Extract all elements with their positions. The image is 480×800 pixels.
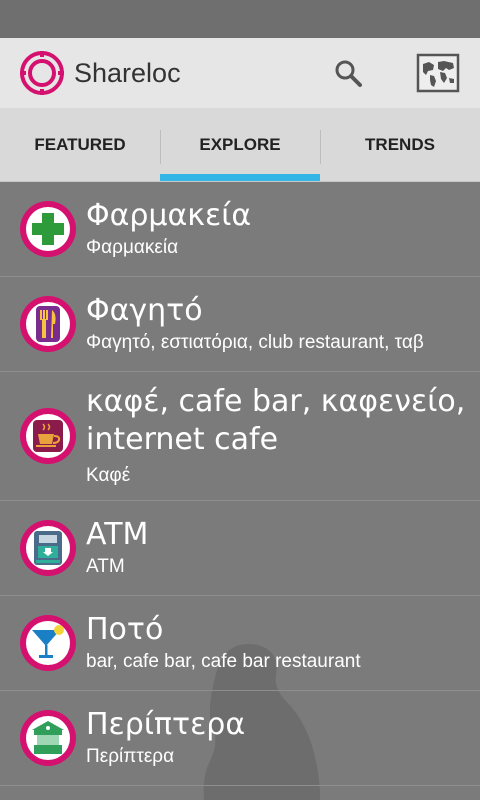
list-item[interactable]: Φαγητό Φαγητό, εστιατόρια, club restaura…: [0, 277, 480, 372]
action-bar: Shareloc: [0, 38, 480, 108]
tab-featured[interactable]: FEATURED: [0, 108, 160, 181]
tab-explore[interactable]: EXPLORE: [160, 108, 320, 181]
kiosk-icon: [18, 708, 78, 768]
list-item[interactable]: ATM ATM: [0, 501, 480, 596]
category-list: Φαρμακεία Φαρμακεία Φαγητό Φαγητό, εστια…: [0, 182, 480, 800]
search-button[interactable]: [324, 49, 372, 97]
category-subtitle: Φαγητό, εστιατόρια, club restaurant, ταβ: [86, 332, 424, 353]
category-subtitle: bar, cafe bar, cafe bar restaurant: [86, 651, 361, 672]
world-map-icon: [416, 53, 460, 93]
search-icon: [335, 60, 362, 87]
shareloc-target-logo-icon[interactable]: [20, 51, 64, 95]
category-title: Φαρμακεία: [86, 198, 252, 233]
coffee-cup-icon: [18, 406, 78, 466]
list-item[interactable]: Ποτό bar, cafe bar, cafe bar restaurant: [0, 596, 480, 691]
tab-bar: FEATURED EXPLORE TRENDS: [0, 108, 480, 182]
list-item[interactable]: Περίπτερα Περίπτερα: [0, 691, 480, 786]
map-view-button[interactable]: [414, 49, 462, 97]
fork-knife-icon: [18, 294, 78, 354]
list-item[interactable]: Φαρμακεία Φαρμακεία: [0, 182, 480, 277]
category-subtitle: Καφέ: [86, 465, 131, 486]
pharmacy-cross-icon: [18, 199, 78, 259]
list-item[interactable]: καφέ, cafe bar, καφενείο, internet cafe …: [0, 372, 480, 501]
category-title: καφέ, cafe bar, καφενείο, internet cafe: [86, 384, 466, 457]
category-subtitle: ATM: [86, 556, 125, 577]
app-title: Shareloc: [74, 57, 181, 88]
tab-trends[interactable]: TRENDS: [320, 108, 480, 181]
category-subtitle: Περίπτερα: [86, 746, 175, 767]
category-title: Περίπτερα: [86, 707, 246, 742]
status-bar: [0, 0, 480, 38]
category-title: Ποτό: [86, 612, 164, 647]
category-title: Φαγητό: [86, 293, 203, 328]
category-title: ATM: [86, 517, 149, 552]
cocktail-glass-icon: [18, 613, 78, 673]
category-subtitle: Φαρμακεία: [86, 237, 179, 258]
atm-machine-icon: [18, 518, 78, 578]
